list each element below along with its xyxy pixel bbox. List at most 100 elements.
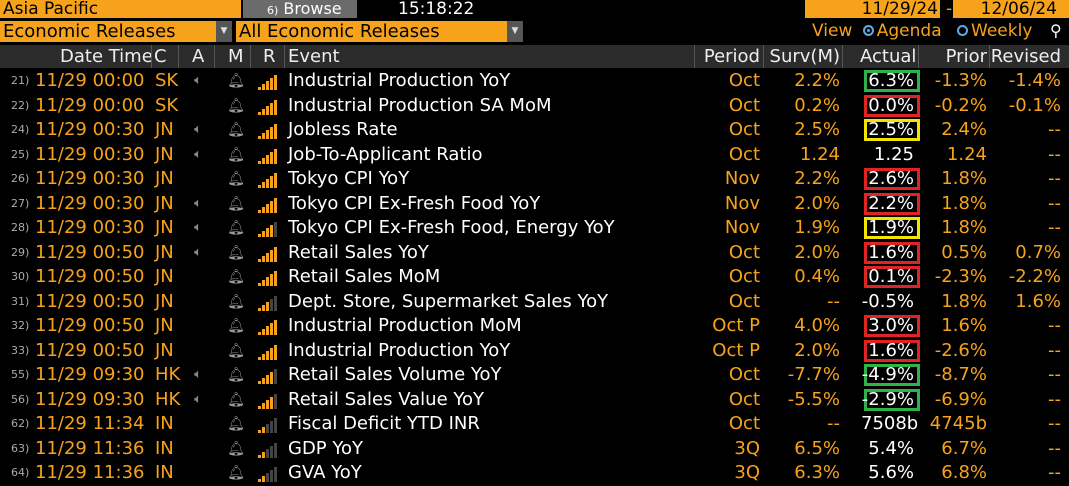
bell-icon[interactable]: 🔔︎ bbox=[226, 339, 246, 363]
alert-empty[interactable] bbox=[188, 94, 208, 118]
row-event[interactable]: Tokyo CPI Ex-Fresh Food, Energy YoY bbox=[288, 216, 615, 240]
row-event[interactable]: Jobless Rate bbox=[288, 118, 398, 142]
view-option-weekly[interactable]: Weekly bbox=[957, 21, 1037, 41]
table-row[interactable]: 25) 11/29 00:30 JN 🔈︎ 🔔︎ Job-To-Applicant Rat… bbox=[0, 143, 1069, 168]
table-row[interactable]: 22) 11/29 00:00 SK 🔔︎ Industrial Production … bbox=[0, 94, 1069, 119]
table-row[interactable]: 63) 11/29 11:36 IN 🔔︎ GDP YoY 3Q 6.5% 5.4% 6.7% -… bbox=[0, 437, 1069, 462]
row-index[interactable]: 32) bbox=[11, 314, 37, 338]
browse-button[interactable]: 6) Browse bbox=[243, 0, 357, 18]
table-row[interactable]: 21) 11/29 00:00 SK 🔈︎ 🔔︎ Industrial Productio… bbox=[0, 69, 1069, 94]
col-period[interactable]: Period bbox=[704, 45, 760, 68]
bell-icon[interactable]: 🔔︎ bbox=[226, 314, 246, 338]
row-index[interactable]: 33) bbox=[11, 339, 37, 363]
row-index[interactable]: 31) bbox=[11, 290, 37, 314]
speaker-icon[interactable]: 🔈︎ bbox=[188, 69, 208, 93]
alert-empty[interactable] bbox=[188, 339, 208, 363]
bell-icon[interactable]: 🔔︎ bbox=[226, 167, 246, 191]
alert-empty[interactable] bbox=[188, 167, 208, 191]
bell-icon[interactable]: 🔔︎ bbox=[226, 192, 246, 216]
speaker-icon[interactable]: 🔈︎ bbox=[188, 216, 208, 240]
speaker-icon[interactable]: 🔈︎ bbox=[188, 143, 208, 167]
col-country[interactable]: C bbox=[154, 45, 167, 68]
row-event[interactable]: Industrial Production MoM bbox=[288, 314, 522, 338]
alert-empty[interactable] bbox=[188, 290, 208, 314]
row-index[interactable]: 26) bbox=[11, 167, 37, 191]
row-event[interactable]: Industrial Production YoY bbox=[288, 339, 510, 363]
speaker-icon[interactable]: 🔈︎ bbox=[188, 241, 208, 265]
speaker-icon[interactable]: 🔈︎ bbox=[188, 192, 208, 216]
bell-icon[interactable]: 🔔︎ bbox=[226, 118, 246, 142]
row-event[interactable]: Dept. Store, Supermarket Sales YoY bbox=[288, 290, 608, 314]
row-event[interactable]: Retail Sales Volume YoY bbox=[288, 363, 502, 387]
row-index[interactable]: 64) bbox=[11, 461, 37, 485]
bell-icon[interactable]: 🔔︎ bbox=[226, 216, 246, 240]
table-row[interactable]: 31) 11/29 00:50 JN 🔔︎ Dept. Store, Supermark… bbox=[0, 290, 1069, 315]
release-type-dropdown[interactable]: Economic Releases ▼ bbox=[0, 21, 232, 42]
row-event[interactable]: Job-To-Applicant Ratio bbox=[288, 143, 482, 167]
table-row[interactable]: 56) 11/29 09:30 HK 🔈︎ 🔔︎ Retail Sales Value Y… bbox=[0, 388, 1069, 413]
row-index[interactable]: 24) bbox=[11, 118, 37, 142]
row-event[interactable]: GVA YoY bbox=[288, 461, 362, 485]
col-alert[interactable]: A bbox=[192, 45, 204, 68]
col-prior[interactable]: Prior bbox=[946, 45, 987, 68]
row-index[interactable]: 62) bbox=[11, 412, 37, 436]
alert-empty[interactable] bbox=[188, 314, 208, 338]
region-selector[interactable]: Asia Pacific bbox=[0, 0, 241, 18]
alert-empty[interactable] bbox=[188, 265, 208, 289]
row-index[interactable]: 63) bbox=[11, 437, 37, 461]
row-event[interactable]: Industrial Production YoY bbox=[288, 69, 510, 93]
col-relevance[interactable]: R bbox=[263, 45, 276, 68]
row-event[interactable]: Fiscal Deficit YTD INR bbox=[288, 412, 480, 436]
end-date-field[interactable]: 12/06/24 bbox=[953, 0, 1069, 18]
table-row[interactable]: 62) 11/29 11:34 IN 🔔︎ Fiscal Deficit YTD INR… bbox=[0, 412, 1069, 437]
view-option-agenda[interactable]: Agenda bbox=[862, 21, 947, 41]
row-index[interactable]: 27) bbox=[11, 192, 37, 216]
row-event[interactable]: Retail Sales YoY bbox=[288, 241, 429, 265]
col-monitor[interactable]: M bbox=[228, 45, 244, 68]
speaker-icon[interactable]: 🔈︎ bbox=[188, 363, 208, 387]
row-index[interactable]: 30) bbox=[11, 265, 37, 289]
row-index[interactable]: 29) bbox=[11, 241, 37, 265]
table-row[interactable]: 29) 11/29 00:50 JN 🔈︎ 🔔︎ Retail Sales YoY Oct 2… bbox=[0, 241, 1069, 266]
table-row[interactable]: 28) 11/29 00:30 JN 🔈︎ 🔔︎ Tokyo CPI Ex-Fresh F… bbox=[0, 216, 1069, 241]
row-event[interactable]: Tokyo CPI YoY bbox=[288, 167, 409, 191]
col-event[interactable]: Event bbox=[288, 45, 340, 68]
radio-selected-icon[interactable] bbox=[862, 25, 874, 36]
bell-icon[interactable]: 🔔︎ bbox=[226, 388, 246, 412]
alert-empty[interactable] bbox=[188, 412, 208, 436]
row-event[interactable]: Tokyo CPI Ex-Fresh Food YoY bbox=[288, 192, 540, 216]
table-row[interactable]: 33) 11/29 00:50 JN 🔔︎ Industrial Production … bbox=[0, 339, 1069, 364]
table-row[interactable]: 24) 11/29 00:30 JN 🔈︎ 🔔︎ Jobless Rate Oct 2.5% 2… bbox=[0, 118, 1069, 143]
chevron-down-icon[interactable]: ▼ bbox=[216, 21, 232, 42]
row-index[interactable]: 22) bbox=[11, 94, 37, 118]
radio-unselected-icon[interactable] bbox=[957, 25, 969, 36]
bell-icon[interactable]: 🔔︎ bbox=[226, 437, 246, 461]
speaker-icon[interactable]: 🔈︎ bbox=[188, 388, 208, 412]
col-survey[interactable]: Surv(M) bbox=[770, 45, 840, 68]
settings-search-icon[interactable]: ⚲ bbox=[1050, 22, 1062, 40]
bell-icon[interactable]: 🔔︎ bbox=[226, 290, 246, 314]
table-row[interactable]: 26) 11/29 00:30 JN 🔔︎ Tokyo CPI YoY Nov 2.2% 2.… bbox=[0, 167, 1069, 192]
col-revised[interactable]: Revised bbox=[991, 45, 1061, 68]
bell-icon[interactable]: 🔔︎ bbox=[226, 363, 246, 387]
bell-icon[interactable]: 🔔︎ bbox=[226, 461, 246, 485]
row-index[interactable]: 28) bbox=[11, 216, 37, 240]
alert-empty[interactable] bbox=[188, 461, 208, 485]
row-index[interactable]: 56) bbox=[11, 388, 37, 412]
table-row[interactable]: 30) 11/29 00:50 JN 🔔︎ Retail Sales MoM Oct 0.4… bbox=[0, 265, 1069, 290]
bell-icon[interactable]: 🔔︎ bbox=[226, 412, 246, 436]
release-subtype-dropdown[interactable]: All Economic Releases ▼ bbox=[236, 21, 523, 42]
alert-empty[interactable] bbox=[188, 437, 208, 461]
table-row[interactable]: 32) 11/29 00:50 JN 🔔︎ Industrial Production … bbox=[0, 314, 1069, 339]
bell-icon[interactable]: 🔔︎ bbox=[226, 241, 246, 265]
table-row[interactable]: 55) 11/29 09:30 HK 🔈︎ 🔔︎ Retail Sales Volume … bbox=[0, 363, 1069, 388]
bell-icon[interactable]: 🔔︎ bbox=[226, 69, 246, 93]
col-date-time[interactable]: Date Time bbox=[60, 45, 153, 68]
row-event[interactable]: GDP YoY bbox=[288, 437, 363, 461]
table-row[interactable]: 64) 11/29 11:36 IN 🔔︎ GVA YoY 3Q 6.3% 5.6% 6.8% -… bbox=[0, 461, 1069, 486]
row-event[interactable]: Retail Sales MoM bbox=[288, 265, 440, 289]
row-index[interactable]: 25) bbox=[11, 143, 37, 167]
bell-icon[interactable]: 🔔︎ bbox=[226, 143, 246, 167]
speaker-icon[interactable]: 🔈︎ bbox=[188, 118, 208, 142]
col-actual[interactable]: Actual bbox=[860, 45, 916, 68]
